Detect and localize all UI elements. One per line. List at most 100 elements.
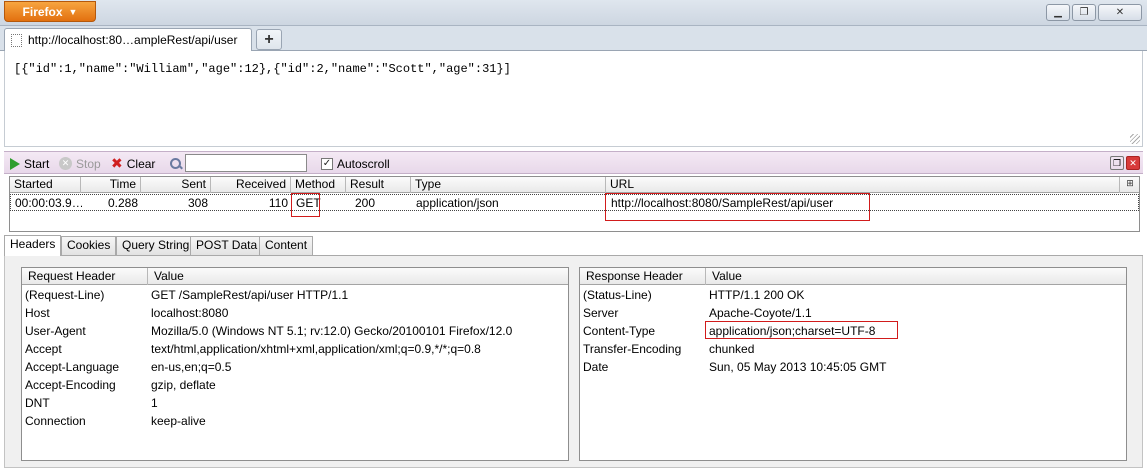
header-value: GET /SampleRest/api/user HTTP/1.1 [151,288,349,302]
detail-tabs: Headers Cookies Query String POST Data C… [4,235,1143,256]
header-key: (Request-Line) [25,288,105,302]
header-key: Content-Type [583,324,656,338]
header-key: Connection [25,414,86,428]
column-picker-icon[interactable]: ⊞ [1123,178,1137,191]
tab-post-data[interactable]: POST Data [190,236,264,255]
restore-button[interactable]: ❐ [1072,4,1096,21]
cell-sent: 308 [187,196,208,210]
request-headers-header: Request Header Value [22,268,568,285]
close-panel-button[interactable]: ✕ [1126,156,1140,170]
plus-icon: + [264,30,274,48]
url-highlight-box [605,193,870,221]
header-key: (Status-Line) [583,288,652,302]
resize-grip-icon[interactable] [1130,134,1140,144]
header-key: Accept-Language [25,360,120,374]
list-item[interactable]: Transfer-Encoding chunked [580,340,1126,358]
list-item[interactable]: Accept text/html,application/xhtml+xml,ap… [22,340,568,358]
request-list-header: Started Time Sent Received Method Result… [10,177,1139,193]
clear-label: Clear [126,156,156,171]
col-time[interactable]: Time [81,177,141,193]
col-sent[interactable]: Sent [141,177,211,193]
header-key: Server [583,306,619,320]
browser-tab[interactable]: http://localhost:80…ampleRest/api/user [4,28,252,51]
minimize-icon: ▁ [1054,7,1062,18]
tab-cookies[interactable]: Cookies [61,236,117,255]
clear-icon: ✖ [111,155,123,171]
col-type[interactable]: Type [411,177,606,193]
header-value: Sun, 05 May 2013 10:45:05 GMT [709,360,887,374]
header-value: localhost:8080 [151,306,229,320]
window-icon: ❐ [1112,157,1122,168]
cell-type: application/json [416,196,499,210]
request-headers-table: Request Header Value (Request-Line) GET /… [21,267,569,461]
header-value: text/html,application/xhtml+xml,applicat… [151,342,481,356]
list-item[interactable]: Connection keep-alive [22,412,568,430]
header-value: en-us,en;q=0.5 [151,360,232,374]
stop-button[interactable]: ✕ Stop [59,155,101,172]
stop-label: Stop [76,156,101,171]
page-content: [{"id":1,"name":"William","age":12},{"id… [4,51,1143,147]
list-item[interactable]: DNT 1 [22,394,568,412]
autoscroll-checkbox[interactable]: ✓ Autoscroll [321,155,390,172]
request-header-col-name[interactable]: Request Header [22,268,148,285]
header-key: User-Agent [25,324,86,338]
col-method[interactable]: Method [291,177,346,193]
cell-received: 110 [268,196,288,210]
col-started[interactable]: Started [10,177,81,193]
httpfox-toolbar: Start ✕ Stop ✖ Clear ✓ Autoscroll ❐ ✕ [4,151,1143,174]
close-button[interactable]: ✕ [1098,4,1142,21]
firefox-menu-label: Firefox [22,4,63,19]
close-icon: ✕ [1115,7,1125,18]
response-header-col-value[interactable]: Value [706,268,1126,285]
clear-button[interactable]: ✖ Clear [111,155,155,172]
header-key: Date [583,360,609,374]
tab-content[interactable]: Content [259,236,314,255]
tab-query-string[interactable]: Query String [116,236,196,255]
list-item[interactable]: Date Sun, 05 May 2013 10:45:05 GMT [580,358,1126,376]
chevron-down-icon: ▼ [68,6,78,17]
restore-icon: ❐ [1079,7,1089,18]
list-item[interactable]: (Request-Line) GET /SampleRest/api/user H… [22,286,568,304]
table-row[interactable]: 00:00:03.9… 0.288 308 110 GET 200 applic… [10,194,1139,211]
autoscroll-label: Autoscroll [337,156,390,171]
stop-icon: ✕ [59,157,72,170]
list-item[interactable]: User-Agent Mozilla/5.0 (Windows NT 5.1; r… [22,322,568,340]
list-item[interactable]: (Status-Line) HTTP/1.1 200 OK [580,286,1126,304]
header-value: Mozilla/5.0 (Windows NT 5.1; rv:12.0) Ge… [151,324,513,338]
autoscroll-check-icon: ✓ [321,157,333,170]
cell-result: 200 [355,196,376,210]
search-icon [170,157,182,170]
minimize-button[interactable]: ▁ [1046,4,1070,21]
firefox-menu-button[interactable]: Firefox ▼ [4,1,96,22]
header-key: Accept [25,342,62,356]
new-tab-button[interactable]: + [256,29,282,50]
list-item[interactable]: Server Apache-Coyote/1.1 [580,304,1126,322]
header-value: HTTP/1.1 200 OK [709,288,805,302]
list-item[interactable]: Accept-Encoding gzip, deflate [22,376,568,394]
header-key: DNT [25,396,50,410]
header-value: keep-alive [151,414,206,428]
tab-headers[interactable]: Headers [4,235,62,256]
response-headers-table: Response Header Value (Status-Line) HTTP/… [579,267,1127,461]
headers-panel: Request Header Value (Request-Line) GET /… [4,256,1143,468]
cell-time: 0.288 [107,196,138,210]
page-icon [11,33,22,47]
col-result[interactable]: Result [346,177,411,193]
detach-panel-button[interactable]: ❐ [1110,156,1124,170]
header-key: Host [25,306,50,320]
method-highlight-box [291,193,320,217]
filter-input[interactable] [185,154,307,172]
col-received[interactable]: Received [211,177,291,193]
json-response-text: [{"id":1,"name":"William","age":12},{"id… [14,62,511,76]
request-list: Started Time Sent Received Method Result… [9,176,1140,232]
start-button[interactable]: Start [10,155,49,172]
header-value: chunked [709,342,755,356]
header-value: 1 [151,396,158,410]
response-header-col-name[interactable]: Response Header [580,268,706,285]
play-icon [10,157,20,170]
list-item[interactable]: Accept-Language en-us,en;q=0.5 [22,358,568,376]
request-header-col-value[interactable]: Value [148,268,568,285]
col-url[interactable]: URL [606,177,1120,193]
list-item[interactable]: Host localhost:8080 [22,304,568,322]
response-headers-header: Response Header Value [580,268,1126,285]
